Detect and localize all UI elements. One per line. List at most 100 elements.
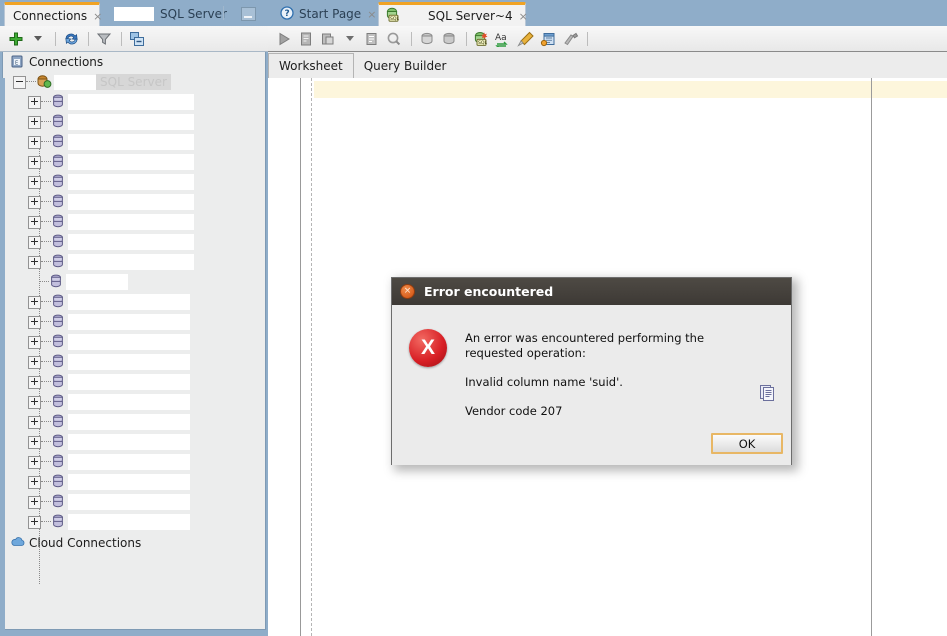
tab-connections[interactable]: Connections × — [4, 2, 102, 26]
to-upper-lower-case-icon[interactable]: Aa — [494, 29, 514, 49]
tree-dots — [41, 201, 51, 203]
tree-node-cloud-connections[interactable]: Cloud Connections — [3, 533, 265, 553]
tree-node-database[interactable] — [3, 192, 265, 212]
tree-expand-icon[interactable] — [28, 155, 41, 169]
autotrace-dropdown-icon[interactable] — [340, 29, 360, 49]
tree-node-database[interactable] — [3, 172, 265, 192]
tree-dots — [41, 101, 51, 103]
tree-collapse-icon[interactable] — [13, 75, 26, 89]
tree-node-database[interactable] — [3, 492, 265, 512]
unshared-sql-worksheet-icon[interactable]: SQL — [472, 29, 492, 49]
new-connection-dropdown-icon[interactable] — [28, 29, 48, 49]
tree-node-database[interactable] — [3, 272, 265, 292]
tree-expand-icon[interactable] — [28, 355, 41, 369]
tree-expand-icon[interactable] — [28, 255, 41, 269]
tree-expand-icon[interactable] — [28, 415, 41, 429]
tree-expand-icon[interactable] — [28, 95, 41, 109]
format-icon[interactable] — [560, 29, 580, 49]
connections-panel: Connections × SQL Server E Connections S… — [0, 0, 268, 636]
tab-worksheet[interactable]: Worksheet — [268, 53, 354, 78]
tree-node-label-redacted — [68, 294, 190, 310]
tree-node-database[interactable] — [3, 452, 265, 472]
tree-expand-icon[interactable] — [28, 115, 41, 129]
dialog-close-icon[interactable]: × — [400, 284, 415, 299]
connections-tree[interactable]: E Connections SQL Server Cloud Connectio… — [2, 52, 266, 630]
tree-expand-icon[interactable] — [28, 195, 41, 209]
run-statement-icon[interactable] — [274, 29, 294, 49]
tree-node-database[interactable] — [3, 212, 265, 232]
tree-node-database[interactable] — [3, 232, 265, 252]
tree-node-database[interactable] — [3, 352, 265, 372]
tree-node-sql-server-connection[interactable]: SQL Server — [3, 72, 265, 92]
clear-icon[interactable] — [516, 29, 536, 49]
tree-node-database[interactable] — [3, 512, 265, 532]
tree-expand-icon[interactable] — [28, 295, 41, 309]
tree-node-database[interactable] — [3, 432, 265, 452]
tab-query-builder[interactable]: Query Builder — [354, 53, 457, 78]
tree-expand-icon[interactable] — [28, 235, 41, 249]
commit-icon[interactable] — [417, 29, 437, 49]
tree-dots — [41, 501, 51, 503]
tree-expand-icon[interactable] — [28, 495, 41, 509]
tree-node-database[interactable] — [3, 412, 265, 432]
tree-node-database[interactable] — [3, 332, 265, 352]
collapse-all-icon[interactable] — [127, 29, 147, 49]
explain-plan-icon[interactable] — [362, 29, 382, 49]
tree-expand-icon[interactable] — [28, 475, 41, 489]
tree-expand-icon[interactable] — [28, 135, 41, 149]
tree-node-database[interactable] — [3, 132, 265, 152]
connections-tabstrip: Connections × SQL Server — [0, 0, 268, 26]
tree-node-connections-root[interactable]: E Connections — [3, 52, 265, 72]
refresh-icon[interactable] — [61, 29, 81, 49]
tree-node-label-redacted — [68, 394, 190, 410]
tree-expand-icon[interactable] — [28, 435, 41, 449]
tree-node-label-redacted — [68, 354, 190, 370]
autotrace-icon[interactable] — [318, 29, 338, 49]
new-connection-icon[interactable] — [6, 29, 26, 49]
tree-expand-icon[interactable] — [28, 455, 41, 469]
tree-dots — [41, 481, 51, 483]
database-icon — [51, 474, 65, 490]
tab-start-page-close-icon[interactable]: × — [367, 9, 376, 20]
tree-expand-icon[interactable] — [28, 315, 41, 329]
dialog-titlebar: × Error encountered — [392, 278, 791, 305]
tree-expand-icon[interactable] — [28, 175, 41, 189]
tab-start-page[interactable]: ? Start Page × — [272, 2, 384, 26]
tab-sql-server-4-close-icon[interactable]: × — [519, 11, 528, 22]
tree-node-label-redacted — [68, 454, 190, 470]
tree-node-database[interactable] — [3, 112, 265, 132]
tree-node-label-redacted — [68, 174, 194, 190]
tree-node-database[interactable] — [3, 292, 265, 312]
tree-node-label-redacted — [68, 254, 194, 270]
database-icon — [51, 354, 65, 370]
tab-sql-server[interactable]: SQL Server — [106, 2, 235, 26]
tree-expand-icon[interactable] — [28, 375, 41, 389]
minimize-panel-button[interactable] — [241, 7, 256, 21]
rollback-icon[interactable] — [439, 29, 459, 49]
database-icon — [51, 234, 65, 250]
tree-node-database[interactable] — [3, 372, 265, 392]
tree-node-sql-server-label: SQL Server — [96, 74, 171, 90]
tree-node-database[interactable] — [3, 152, 265, 172]
tree-node-database[interactable] — [3, 392, 265, 412]
tree-expand-icon[interactable] — [28, 395, 41, 409]
tree-node-database[interactable] — [3, 252, 265, 272]
tree-node-database[interactable] — [3, 312, 265, 332]
query-builder-icon[interactable] — [538, 29, 558, 49]
tab-sql-server-4[interactable]: SQL SQL Server~4 × — [378, 2, 528, 26]
run-script-icon[interactable] — [296, 29, 316, 49]
tree-expand-icon[interactable] — [28, 335, 41, 349]
dialog-body: X An error was encountered performing th… — [392, 305, 791, 465]
sql-history-icon[interactable] — [384, 29, 404, 49]
toolbar-divider — [466, 31, 467, 46]
tree-node-database[interactable] — [3, 472, 265, 492]
ok-button[interactable]: OK — [711, 433, 783, 454]
tree-expand-icon[interactable] — [28, 215, 41, 229]
tree-node-database[interactable] — [3, 92, 265, 112]
copy-to-clipboard-icon[interactable] — [759, 384, 777, 402]
filter-icon[interactable] — [94, 29, 114, 49]
tab-connections-close-icon[interactable]: × — [93, 11, 102, 22]
tree-node-label-redacted — [68, 94, 194, 110]
tree-node-label-redacted — [68, 514, 190, 530]
tree-expand-icon[interactable] — [28, 515, 41, 529]
